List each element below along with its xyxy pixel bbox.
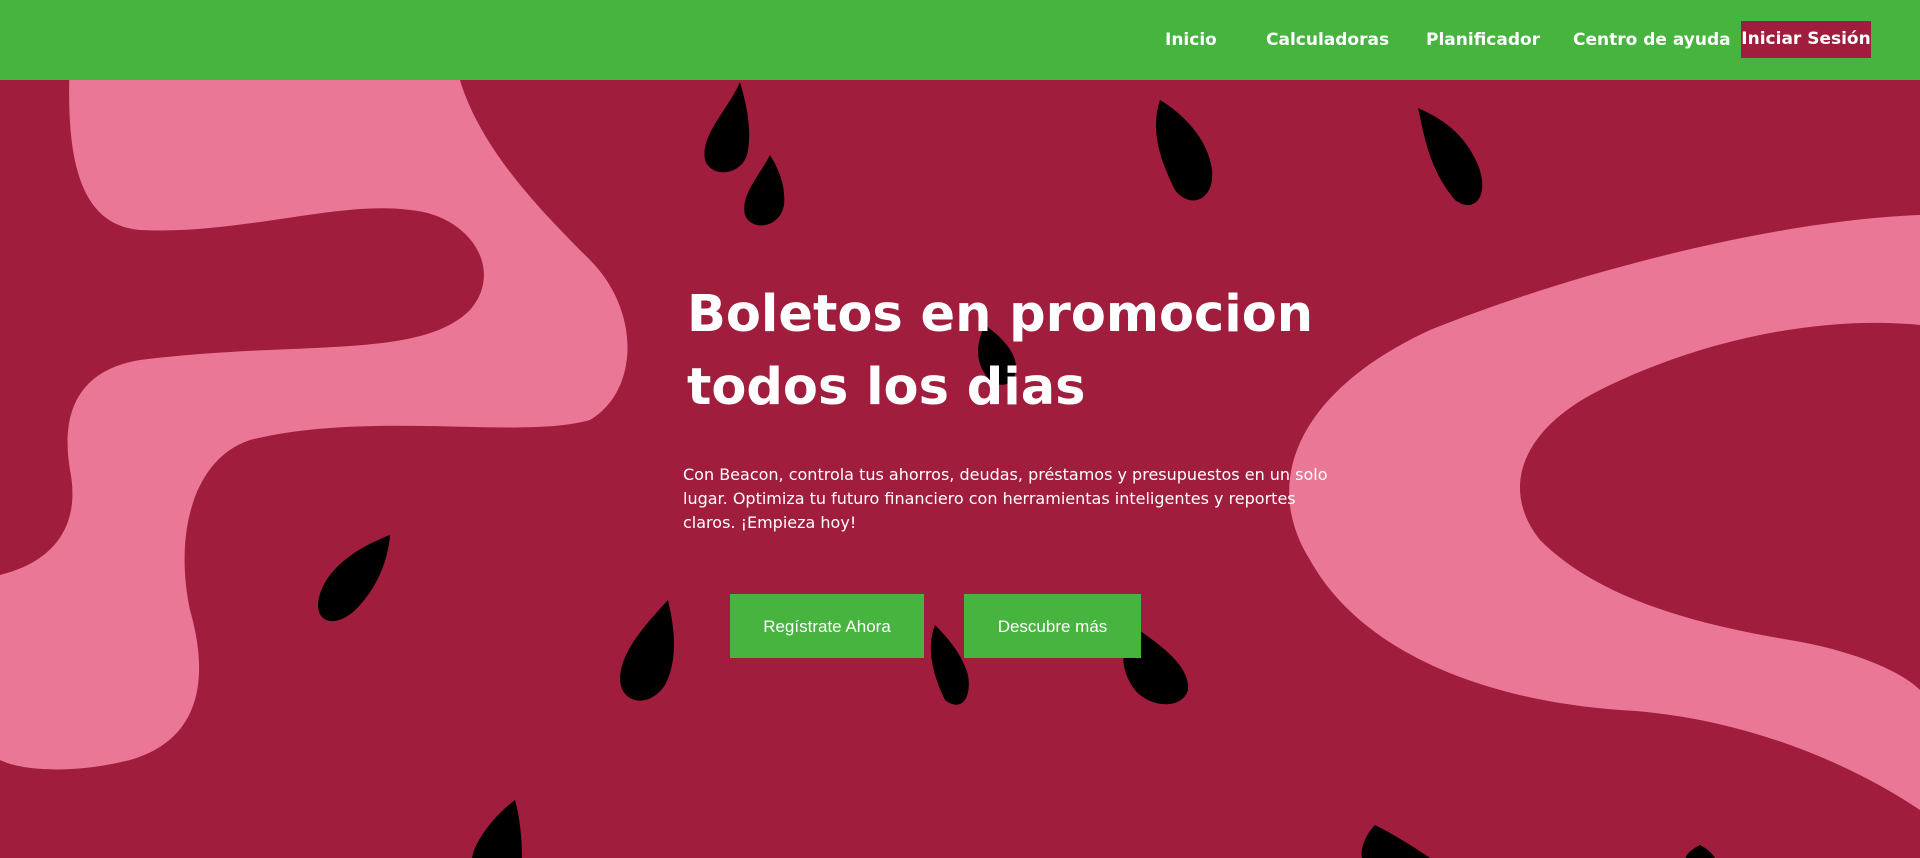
nav-link-inicio[interactable]: Inicio <box>1165 0 1217 80</box>
nav-link-calculadoras[interactable]: Calculadoras <box>1266 0 1389 80</box>
hero-description: Con Beacon, controla tus ahorros, deudas… <box>683 465 1328 532</box>
discover-more-button[interactable]: Descubre más <box>964 594 1141 658</box>
register-button[interactable]: Regístrate Ahora <box>730 594 924 658</box>
nav-link-planificador[interactable]: Planificador <box>1426 0 1540 80</box>
watermelon-background <box>0 0 1920 858</box>
hero-title: Boletos en promocion todos los dias <box>687 285 1314 417</box>
nav-link-centro-de-ayuda[interactable]: Centro de ayuda <box>1573 0 1731 80</box>
login-button[interactable]: Iniciar Sesión <box>1741 21 1871 58</box>
top-navbar: Inicio Calculadoras Planificador Centro … <box>0 0 1920 80</box>
